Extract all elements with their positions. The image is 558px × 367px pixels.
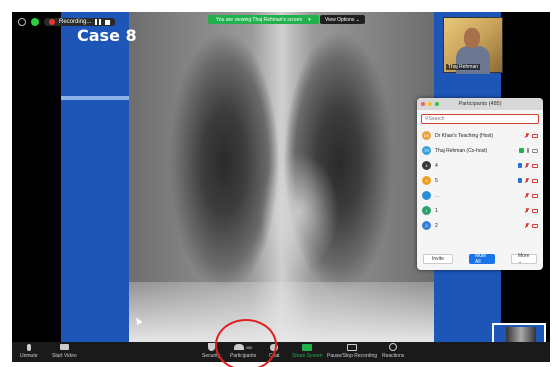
video-off-icon: [532, 193, 538, 198]
mute-all-button[interactable]: Mute All: [469, 253, 495, 265]
video-camera-icon: [59, 344, 69, 350]
avatar: DK: [422, 131, 431, 140]
recording-dot-icon: [49, 19, 55, 25]
unmute-button[interactable]: Unmute: [20, 343, 38, 359]
video-off-icon: [532, 223, 538, 228]
participant-name: 1: [435, 207, 438, 214]
recording-indicator: Recording...: [44, 18, 116, 26]
reactions-emoji-icon: [389, 343, 398, 351]
mic-muted-icon[interactable]: [525, 207, 529, 214]
reactions-label: Reactions: [382, 353, 405, 359]
mic-muted-icon[interactable]: [525, 222, 529, 229]
zoom-meeting-window: Case 8 Recording... You are viewing Thaj…: [12, 12, 550, 362]
participant-name: 2: [435, 222, 438, 229]
pause-stop-recording-label: Pause/Stop Recording: [327, 353, 378, 359]
avatar: [422, 191, 431, 200]
screen-share-banner: You are viewing Thaj Rehman's screen ▾: [208, 15, 319, 24]
participant-name: ...: [435, 192, 440, 199]
video-tile-name: Thaj Rehman: [446, 64, 481, 70]
participant-row[interactable]: 5 5: [417, 173, 543, 188]
search-input[interactable]: [428, 116, 529, 122]
start-video-button[interactable]: Start Video: [52, 343, 77, 359]
mic-muted-icon[interactable]: [525, 192, 529, 199]
participant-row[interactable]: ...: [417, 188, 543, 203]
participant-list: DK Dr Khan's Teaching (Host) ◦ TR Thaj R…: [417, 128, 543, 233]
participant-name: Dr Khan's Teaching (Host): [435, 132, 494, 139]
participant-row[interactable]: 4 4: [417, 158, 543, 173]
participant-row[interactable]: DK Dr Khan's Teaching (Host) ◦: [417, 128, 543, 143]
video-off-icon: [532, 163, 538, 168]
participant-row[interactable]: TR Thaj Rehman (Co-host) ◦: [417, 143, 543, 158]
mic-muted-icon[interactable]: [525, 132, 529, 139]
participant-row[interactable]: 1 1: [417, 203, 543, 218]
video-off-icon: [532, 208, 538, 213]
raised-hand-icon: [518, 163, 522, 168]
view-options-button[interactable]: View Options ⌄: [320, 15, 365, 24]
share-screen-label: Share Screen: [292, 353, 323, 359]
recording-label: Recording...: [59, 19, 92, 25]
meeting-toolbar: Unmute Start Video Security 485 Particip…: [12, 342, 550, 362]
participant-name: 5: [435, 177, 438, 184]
stop-recording-icon[interactable]: [105, 19, 111, 25]
avatar: 2: [422, 221, 431, 230]
pause-stop-recording-icon: [347, 343, 358, 351]
mic-icon[interactable]: [527, 148, 529, 153]
unmute-label: Unmute: [20, 353, 38, 359]
avatar: 5: [422, 176, 431, 185]
video-off-icon: [532, 178, 538, 183]
case-title: Case 8: [77, 26, 137, 45]
slide-divider: [61, 96, 129, 100]
share-banner-text: You are viewing Thaj Rehman's screen: [216, 16, 303, 23]
screen-share-icon: [519, 148, 524, 153]
avatar: TR: [422, 146, 431, 155]
panel-titlebar: Participants (485): [417, 98, 543, 110]
avatar: 4: [422, 161, 431, 170]
person-head: [464, 28, 480, 48]
invite-button[interactable]: Invite: [423, 254, 453, 264]
security-shield-icon: [207, 343, 215, 351]
more-options-icon[interactable]: ◦: [514, 148, 516, 154]
share-screen-icon: [302, 343, 313, 351]
banner-chevron-icon[interactable]: ▾: [308, 17, 311, 23]
participant-search[interactable]: ⚲: [421, 114, 539, 124]
participant-name: 4: [435, 162, 438, 169]
panel-title: Participants (485): [458, 101, 502, 107]
video-off-icon: [532, 133, 538, 138]
share-screen-button[interactable]: Share Screen: [292, 343, 323, 359]
reactions-button[interactable]: Reactions: [382, 343, 404, 359]
mic-muted-icon[interactable]: [525, 162, 529, 169]
panel-footer: Invite Mute All More ⌄: [417, 253, 543, 265]
encryption-shield-icon[interactable]: [31, 18, 39, 26]
avatar: 1: [422, 206, 431, 215]
more-options-icon[interactable]: ◦: [520, 133, 522, 139]
more-button[interactable]: More ⌄: [511, 253, 537, 265]
participants-panel: Participants (485) ⚲ DK Dr Khan's Teachi…: [417, 98, 543, 270]
highlight-circle-annotation: [215, 319, 277, 367]
meeting-status-bar: Recording...: [18, 18, 116, 26]
pause-recording-icon[interactable]: [95, 19, 102, 25]
raised-hand-icon: [518, 178, 522, 183]
pause-stop-recording-button[interactable]: Pause/Stop Recording: [327, 343, 377, 359]
microphone-icon: [26, 343, 31, 351]
participant-video-tile[interactable]: Thaj Rehman: [443, 17, 503, 74]
mic-muted-icon[interactable]: [525, 177, 529, 184]
participant-row[interactable]: 2 2: [417, 218, 543, 233]
start-video-label: Start Video: [52, 353, 77, 359]
meeting-info-icon[interactable]: [18, 18, 26, 26]
chest-xray-image: [129, 12, 434, 342]
screenshot-frame: Case 8 Recording... You are viewing Thaj…: [0, 0, 558, 367]
participant-name: Thaj Rehman (Co-host): [435, 147, 488, 154]
camera-icon: [532, 148, 538, 153]
